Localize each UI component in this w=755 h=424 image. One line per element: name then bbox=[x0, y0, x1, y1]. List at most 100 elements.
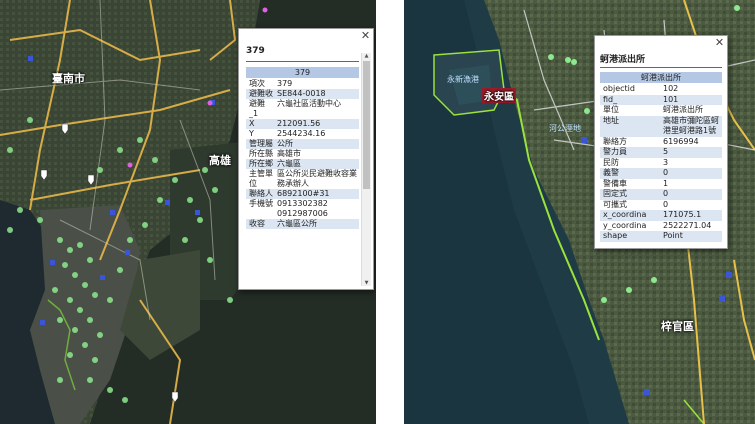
table-row: 管理屬 公所 bbox=[246, 139, 359, 149]
wetland-label: 河公溼地 bbox=[549, 124, 581, 133]
attribute-key: 警備車 bbox=[603, 178, 627, 188]
attribute-key: 主管單位 bbox=[249, 169, 273, 188]
attribute-key: 項次 bbox=[249, 79, 265, 88]
scrollbar-thumb[interactable] bbox=[363, 61, 370, 189]
attribute-key: 聯絡方 bbox=[603, 136, 627, 146]
attribute-value: 6196994 bbox=[663, 136, 699, 146]
attribute-key: 民防 bbox=[603, 157, 619, 167]
attribute-value: 6892100#31 bbox=[277, 189, 330, 198]
route-shield-icon bbox=[40, 123, 179, 403]
attribute-key: 警力員 bbox=[603, 147, 627, 156]
attribute-key: 收容 bbox=[249, 219, 265, 228]
attribute-key: Y bbox=[249, 129, 254, 138]
attribute-value: 2522271.04 bbox=[663, 220, 712, 230]
attribute-value: 0 bbox=[663, 189, 669, 198]
popup-attribute-table: 項次 379 避難收 SE844-0018 避難_1 六龜社區活動中心 X 212091.56… bbox=[246, 79, 359, 287]
table-row: 所在鄉 六龜區 bbox=[246, 159, 359, 169]
table-row: 聯絡人 6892100#31 bbox=[246, 189, 359, 199]
table-row: 單位 蚵港派出所 bbox=[600, 105, 722, 116]
attribute-key: 地址 bbox=[603, 115, 619, 125]
attribute-key: fid_ bbox=[603, 94, 618, 104]
table-row: x_coordina 171075.1 bbox=[600, 210, 722, 221]
attribute-value: 公所 bbox=[277, 139, 293, 148]
table-row: 收容 六龜區公所 bbox=[246, 219, 359, 229]
popup-attribute-table: objectid 102 fid_ 101 單位 蚵港派出所地址 高雄市彌陀區蚵港里蚵港路1… bbox=[600, 84, 722, 244]
attribute-key: 避難_1 bbox=[249, 99, 265, 118]
district-label-ziguan: 梓官區 bbox=[661, 320, 694, 333]
district-label-yongan: 永安區 bbox=[482, 88, 516, 103]
attribute-value: 0 bbox=[663, 168, 669, 177]
attribute-key: 所在鄉 bbox=[249, 159, 273, 168]
table-row: 主管單位 區公所災民避難收容業務承辦人 bbox=[246, 169, 359, 189]
table-row: 地址 高雄市彌陀區蚵港里蚵港路1號 bbox=[600, 115, 722, 137]
attribute-key: x_coordina bbox=[603, 210, 647, 219]
popup-title: 蚵港派出所 bbox=[600, 55, 646, 65]
attribute-value: 六龜區公所 bbox=[277, 219, 317, 228]
attribute-value: 六龜區 bbox=[277, 159, 301, 168]
attribute-key: 聯絡人 bbox=[249, 189, 273, 198]
table-row: 手機號 0913302382 0912987006 bbox=[246, 199, 359, 219]
right-map-panel[interactable]: 永安區 梓官區 永新漁港 河公溼地 蚵港派出所 ✕ 蚵港派出所 objectid… bbox=[404, 0, 755, 424]
table-row: 可攜式 0 bbox=[600, 200, 722, 211]
table-row: 項次 379 bbox=[246, 79, 359, 89]
attribute-key: 所在縣 bbox=[249, 149, 273, 158]
table-row: 避難收 SE844-0018 bbox=[246, 89, 359, 99]
table-row: 聯絡方 6196994 bbox=[600, 137, 722, 148]
popup-scrollbar[interactable]: ▲ ▼ bbox=[361, 53, 371, 286]
scroll-up-arrow-icon[interactable]: ▲ bbox=[362, 53, 371, 59]
attribute-key: 義警 bbox=[603, 168, 619, 177]
popup-divider bbox=[246, 61, 359, 62]
attribute-value: 3 bbox=[663, 157, 669, 167]
attribute-value: 六龜社區活動中心 bbox=[277, 99, 341, 108]
left-info-popup[interactable]: 379 ✕ 379 項次 379 避難收 SE844-0018 避難_1 六龜社區活動中心… bbox=[238, 28, 374, 290]
attribute-value: SE844-0018 bbox=[277, 89, 326, 98]
attribute-value: 0913302382 0912987006 bbox=[277, 199, 328, 218]
attribute-key: 可攜式 bbox=[603, 199, 627, 209]
attribute-value: 區公所災民避難收容業務承辦人 bbox=[277, 169, 357, 188]
attribute-value: 0 bbox=[663, 199, 669, 209]
attribute-key: shape bbox=[603, 231, 628, 240]
table-row: Y 2544234.16 bbox=[246, 129, 359, 139]
table-row: X 212091.56 bbox=[246, 119, 359, 129]
table-row: 警力員 5 bbox=[600, 147, 722, 158]
attribute-value: 1 bbox=[663, 178, 669, 188]
table-row: 民防 3 bbox=[600, 158, 722, 169]
popup-title: 379 bbox=[246, 46, 265, 56]
attribute-value: 171075.1 bbox=[663, 210, 702, 219]
attribute-value: 高雄市 bbox=[277, 149, 301, 158]
table-row: y_coordina 2522271.04 bbox=[600, 221, 722, 232]
popup-header: 379 bbox=[246, 67, 359, 78]
attribute-value: 高雄市彌陀區蚵港里蚵港路1號 bbox=[663, 115, 719, 136]
scroll-down-arrow-icon[interactable]: ▼ bbox=[362, 280, 371, 286]
right-info-popup[interactable]: 蚵港派出所 ✕ 蚵港派出所 objectid 102 fid_ 101 單位 蚵港派出所地… bbox=[594, 35, 728, 249]
attribute-value: 2544234.16 bbox=[277, 129, 326, 138]
attribute-value: 102 bbox=[663, 84, 679, 93]
table-row: objectid 102 bbox=[600, 84, 722, 95]
close-icon[interactable]: ✕ bbox=[360, 30, 371, 41]
table-row: 義警 0 bbox=[600, 168, 722, 179]
attribute-key: y_coordina bbox=[603, 220, 647, 230]
attribute-key: objectid bbox=[603, 84, 635, 93]
table-row: shape Point bbox=[600, 231, 722, 242]
attribute-key: 固定式 bbox=[603, 189, 627, 198]
attribute-value: 212091.56 bbox=[277, 119, 321, 128]
popup-header: 蚵港派出所 bbox=[600, 72, 722, 83]
attribute-value: Point bbox=[663, 231, 683, 240]
popup-divider bbox=[600, 67, 722, 68]
attribute-key: 管理屬 bbox=[249, 139, 273, 148]
attribute-value: 蚵港派出所 bbox=[663, 105, 703, 114]
attribute-key: 手機號 bbox=[249, 199, 273, 208]
attribute-value: 379 bbox=[277, 79, 293, 88]
table-row: 警備車 1 bbox=[600, 179, 722, 190]
table-row: 避難_1 六龜社區活動中心 bbox=[246, 99, 359, 119]
attribute-key: 單位 bbox=[603, 105, 619, 114]
left-map-panel[interactable]: 臺南市 高雄 379 ✕ 379 項次 379 避難收 SE844-0018 避難_1 六… bbox=[0, 0, 376, 424]
table-row: 所在縣 高雄市 bbox=[246, 149, 359, 159]
attribute-key: X bbox=[249, 119, 255, 128]
attribute-value: 101 bbox=[663, 94, 679, 104]
table-row: fid_ 101 bbox=[600, 94, 722, 105]
close-icon[interactable]: ✕ bbox=[714, 37, 725, 48]
harbor-label: 永新漁港 bbox=[447, 75, 479, 84]
attribute-key: 避難收 bbox=[249, 89, 273, 98]
table-row: 固定式 0 bbox=[600, 189, 722, 200]
